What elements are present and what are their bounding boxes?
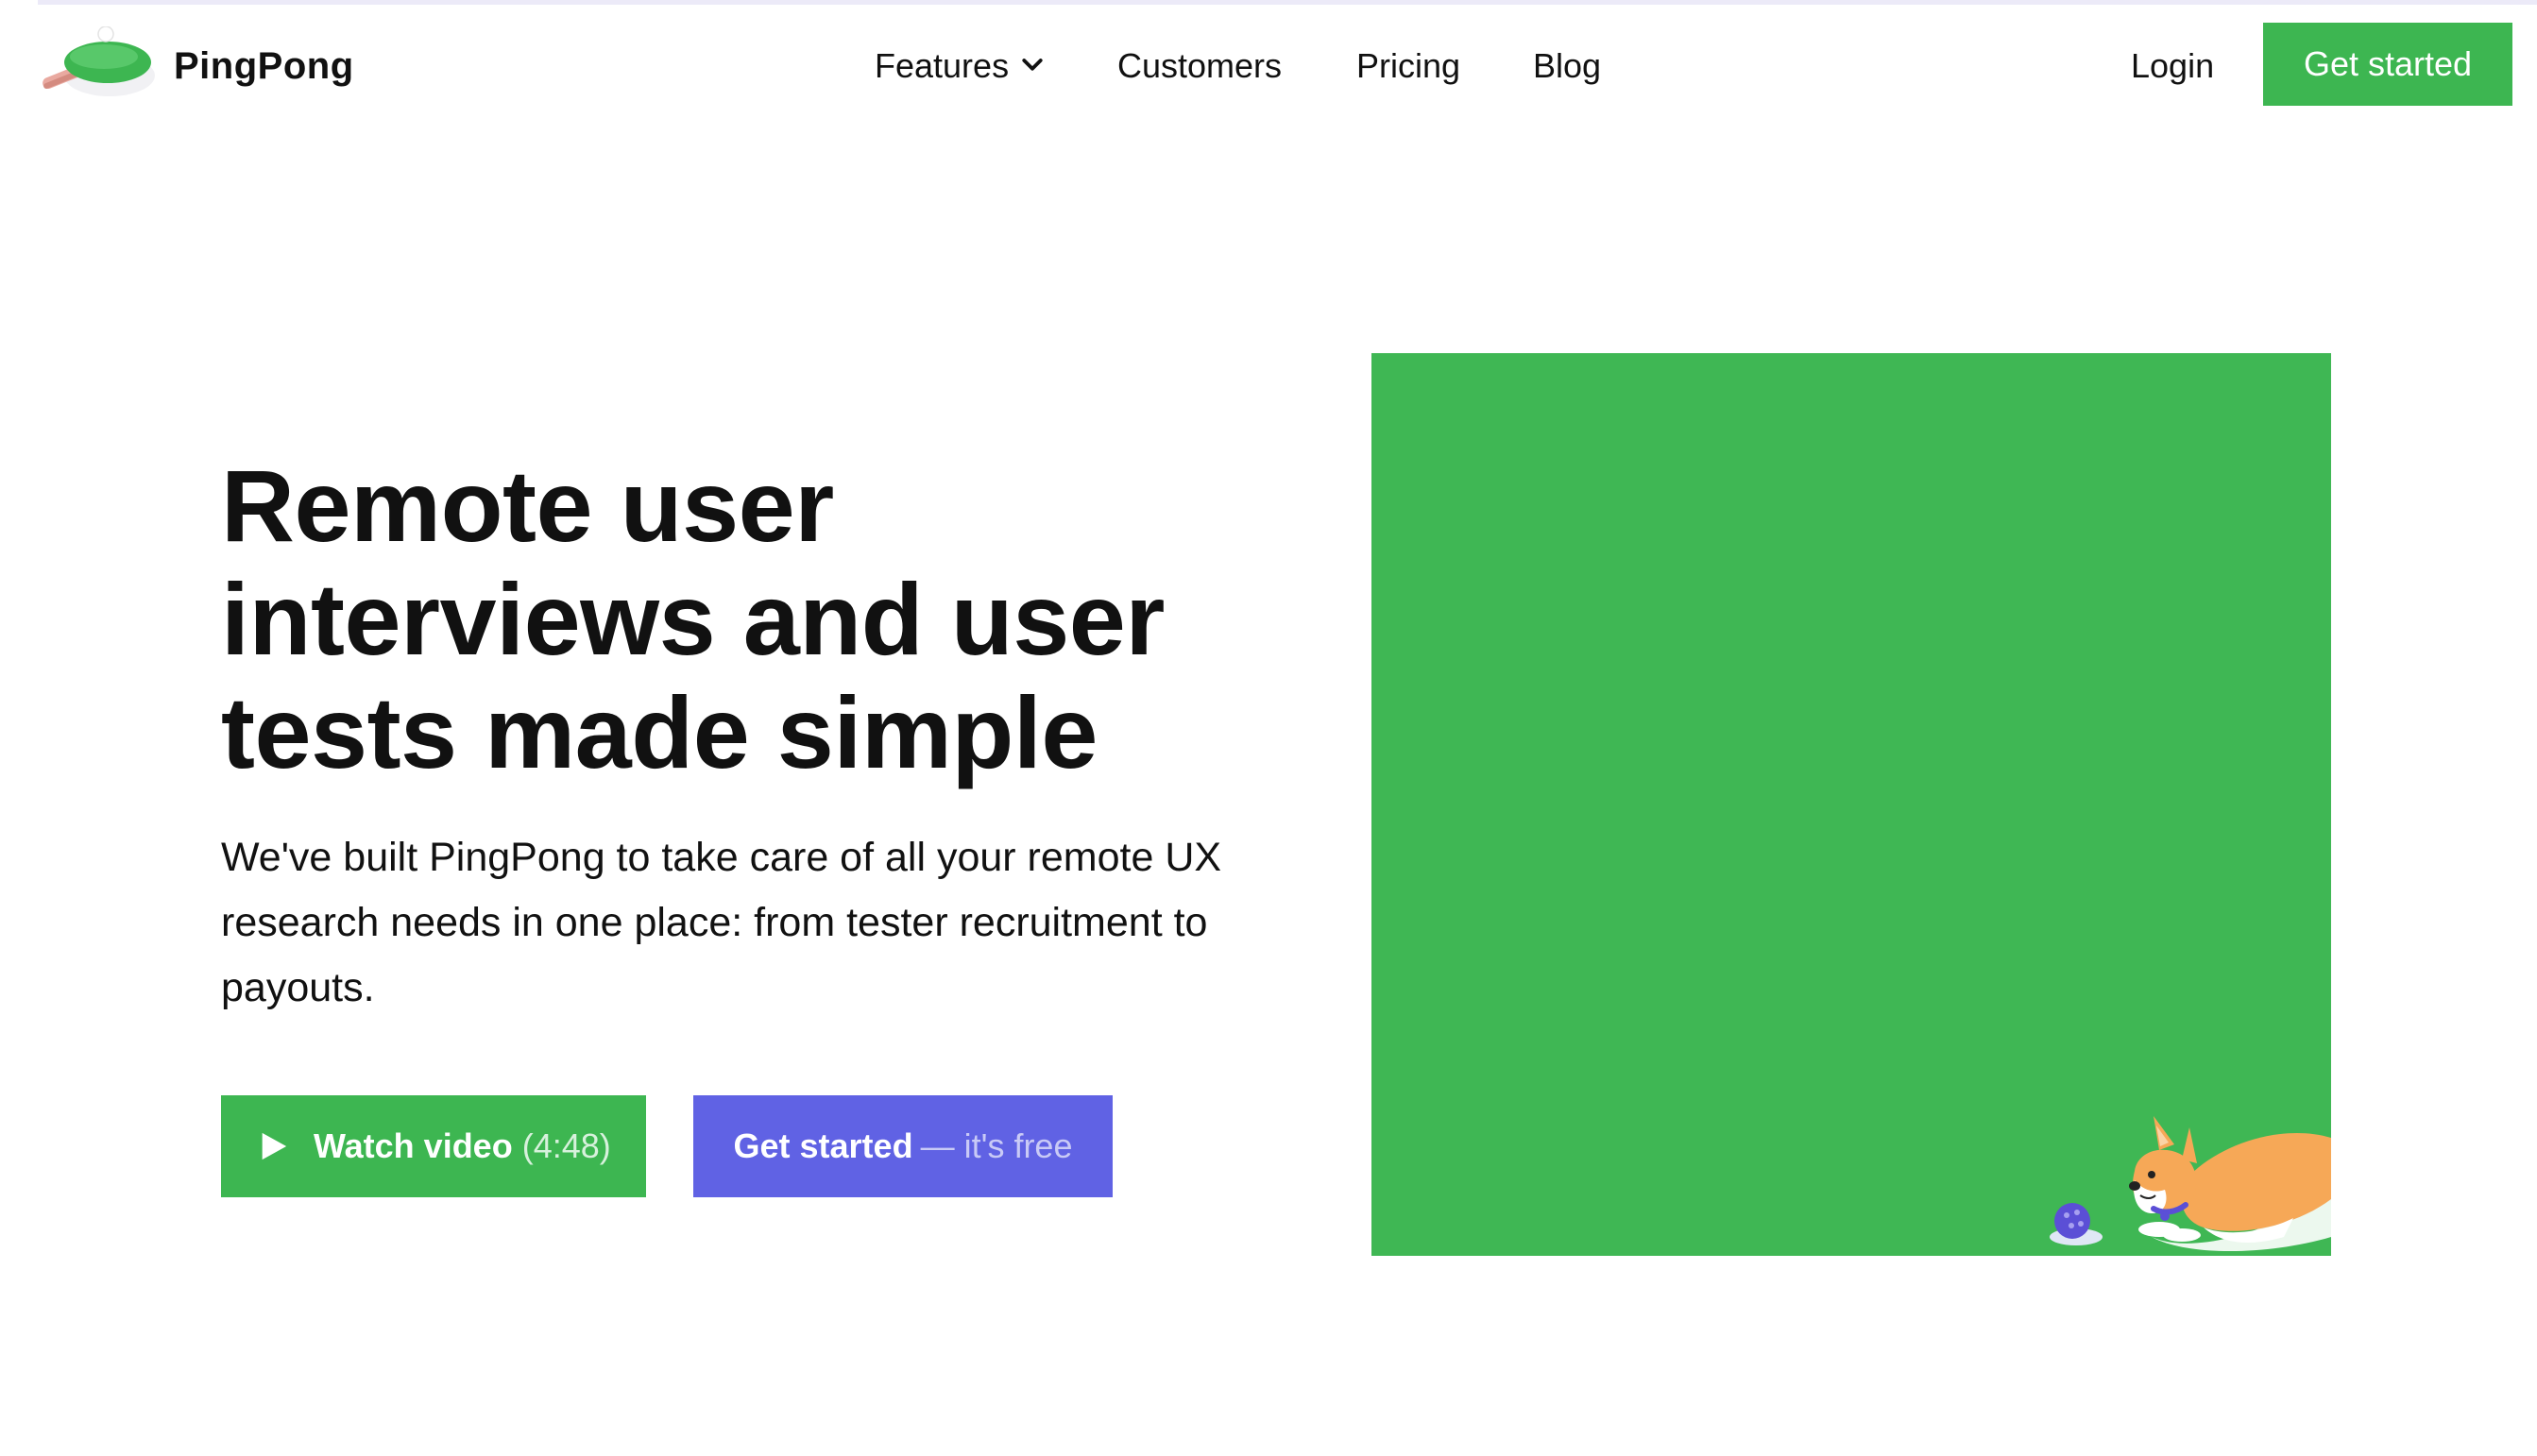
brand-name: PingPong	[174, 44, 354, 87]
site-header: PingPong Features Customers Pricing Blog…	[0, 0, 2537, 132]
nav-blog[interactable]: Blog	[1533, 42, 1601, 91]
chevron-down-icon	[1022, 59, 1043, 72]
hero-illustration	[1371, 353, 2331, 1256]
watch-video-button[interactable]: Watch video (4:48)	[221, 1095, 646, 1197]
nav-customers[interactable]: Customers	[1117, 42, 1282, 91]
logo-link[interactable]: PingPong	[38, 26, 354, 106]
play-icon	[262, 1132, 287, 1160]
get-started-header-button[interactable]: Get started	[2263, 23, 2512, 106]
corgi-illustration	[2050, 1116, 2331, 1252]
get-started-free-button[interactable]: Get started — it's free	[693, 1095, 1113, 1197]
get-started-label: Get started	[733, 1126, 913, 1165]
free-suffix: — it's free	[920, 1126, 1073, 1165]
nav-features[interactable]: Features	[875, 42, 1047, 91]
hero-title-line: Remote user	[221, 449, 834, 563]
hero-subtitle: We've built PingPong to take care of all…	[221, 835, 1222, 1010]
hero-title-line: tests made simple	[221, 675, 1098, 789]
video-duration: (4:48)	[521, 1126, 611, 1165]
hero-title: Remote user interviews and user tests ma…	[221, 449, 1317, 789]
nav-features-label: Features	[875, 46, 1010, 85]
hero-title-line: interviews and user	[221, 562, 1165, 676]
login-link[interactable]: Login	[2131, 42, 2214, 91]
nav-pricing[interactable]: Pricing	[1356, 42, 1460, 91]
watch-video-label: Watch video	[314, 1126, 513, 1165]
ping-pong-paddle-icon	[43, 26, 155, 96]
